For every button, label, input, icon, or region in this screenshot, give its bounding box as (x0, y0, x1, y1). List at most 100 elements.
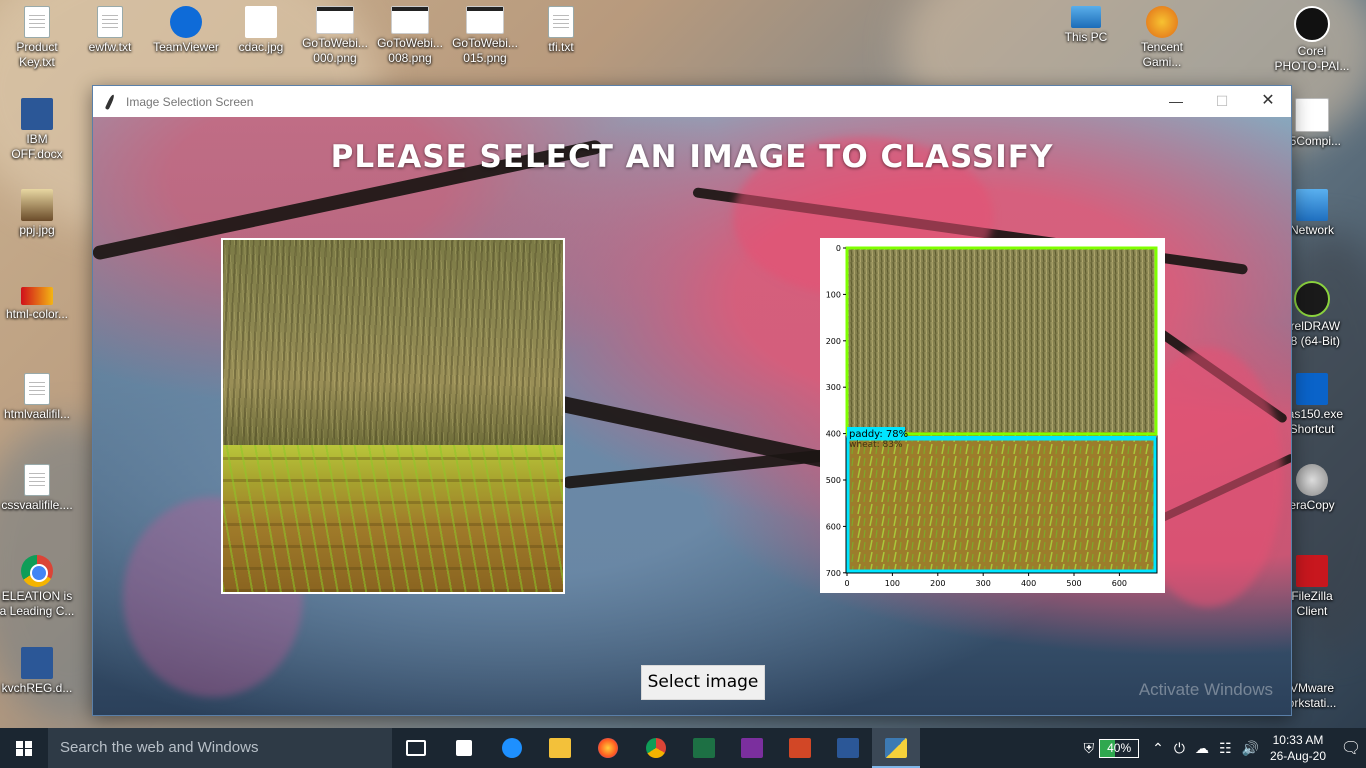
power-icon[interactable]: ⏻ (1174, 740, 1185, 757)
page-heading: PLEASE SELECT AN IMAGE TO CLASSIFY (330, 139, 1054, 175)
wheat-field-region (223, 240, 563, 445)
desktop-icon-label: Product Key.txt (16, 40, 58, 69)
store-icon (456, 740, 472, 756)
close-button[interactable]: ✕ (1245, 86, 1291, 117)
filezilla-icon (1296, 555, 1328, 587)
network-icon[interactable]: ☷ (1219, 740, 1232, 757)
feather-icon (102, 94, 118, 110)
python-icon (885, 738, 907, 758)
x-tick-label: 300 (976, 579, 991, 588)
desktop-icon[interactable]: html-color... (0, 275, 75, 322)
desktop-icon[interactable]: ELEATION is a Leading C... (0, 549, 75, 619)
image-selection-window: Image Selection Screen — ☐ ✕ PLEASE SELE… (92, 85, 1292, 716)
onenote-icon (741, 738, 763, 758)
word-doc-icon (21, 647, 53, 679)
desktop-icon[interactable]: GoToWebi... 000.png (297, 0, 373, 66)
photo-icon (21, 189, 53, 221)
clock[interactable]: 10:33 AM 26-Aug-20 (1270, 732, 1326, 764)
desktop-icon[interactable]: kvchREG.d... (0, 641, 75, 696)
desktop-icon-label: Tencent Gami... (1140, 40, 1184, 69)
clock-date: 26-Aug-20 (1269, 749, 1326, 763)
x-tick-label: 100 (885, 579, 900, 588)
store-button[interactable] (440, 728, 488, 768)
desktop-icon[interactable]: htmlvaalifil... (0, 367, 75, 422)
powerpoint-icon (789, 738, 811, 758)
desktop-icon[interactable]: tfi.txt (523, 0, 599, 55)
desktop-icon-label: ppj.jpg (19, 223, 55, 237)
desktop-icon-label: cdac.jpg (238, 40, 284, 54)
task-view-icon (406, 740, 426, 756)
text-file-icon (24, 464, 50, 496)
desktop-icon-label: This PC (1064, 30, 1108, 44)
desktop-icon[interactable]: cdac.jpg (223, 0, 299, 55)
desktop-icon[interactable]: Corel PHOTO-PAI... (1274, 0, 1350, 74)
desktop-icon-label: cssvaalifile.... (1, 498, 73, 512)
select-image-button[interactable]: Select image (641, 665, 765, 700)
desktop-icon-label: IBM OFF.docx (11, 132, 63, 161)
selected-image-preview (221, 238, 565, 594)
desktop-icon[interactable]: ewfw.txt (72, 0, 148, 55)
java-icon (1295, 98, 1329, 132)
desktop-icon[interactable]: IBM OFF.docx (0, 92, 75, 162)
tencent-icon (1146, 6, 1178, 38)
desktop-icon[interactable]: Tencent Gami... (1124, 0, 1200, 70)
desktop-icon[interactable]: ppj.jpg (0, 183, 75, 238)
edge-icon (502, 738, 522, 758)
chevron-up-icon[interactable]: ⌃ (1152, 740, 1164, 757)
paddy-label: paddy: 78% (849, 429, 908, 440)
desktop-icon[interactable]: TeamViewer (148, 0, 224, 55)
desktop-icon-label: kvchREG.d... (1, 681, 73, 695)
minimize-button[interactable]: — (1153, 86, 1199, 117)
firefox-button[interactable] (584, 728, 632, 768)
classification-result-plot: paddy: 78% wheat: 83% 0 100 200 300 400 500 60… (820, 238, 1165, 593)
chrome-button[interactable] (632, 728, 680, 768)
chrome-icon (646, 738, 666, 758)
edge-button[interactable] (488, 728, 536, 768)
desktop-icon-label: tfi.txt (548, 40, 574, 54)
desktop-icon-label: GoToWebi... 015.png (452, 36, 518, 65)
onenote-button[interactable] (728, 728, 776, 768)
maximize-button[interactable]: ☐ (1199, 86, 1245, 117)
task-view-button[interactable] (392, 728, 440, 768)
desktop-icon[interactable]: This PC (1048, 0, 1124, 45)
desktop-icon-label: htmlvaalifil... (3, 407, 71, 421)
python-button[interactable] (872, 728, 920, 768)
taskbar: Search the web and Windows ⛨ 40% ⌃ ⏻ ☁ ☷… (0, 728, 1366, 768)
cloud-icon[interactable]: ☁ (1195, 740, 1209, 757)
battery-cell: 40% (1099, 738, 1140, 758)
battery-indicator[interactable]: 40% (1099, 738, 1140, 758)
y-tick-label: 500 (826, 476, 841, 485)
x-tick-label: 400 (1021, 579, 1036, 588)
window-titlebar[interactable]: Image Selection Screen — ☐ ✕ (93, 86, 1291, 117)
paddy-field-region (223, 445, 563, 592)
powerpoint-button[interactable] (776, 728, 824, 768)
firefox-icon (598, 738, 618, 758)
system-tray: ⛨ 40% ⌃ ⏻ ☁ ☷ 🔊 10:33 AM 26-Aug-20 🗨 (1079, 728, 1366, 768)
volume-icon[interactable]: 🔊 (1242, 740, 1259, 757)
chrome-icon (21, 555, 53, 587)
desktop-icon[interactable]: GoToWebi... 015.png (447, 0, 523, 66)
text-file-icon (24, 6, 50, 38)
word-button[interactable] (824, 728, 872, 768)
taskbar-search-box[interactable]: Search the web and Windows (48, 728, 392, 768)
start-button[interactable] (0, 728, 48, 768)
screenshot-image-icon (466, 6, 504, 34)
windows-logo-icon (16, 741, 32, 756)
desktop-icon[interactable]: cssvaalifile.... (0, 458, 75, 513)
excel-button[interactable] (680, 728, 728, 768)
y-tick-label: 700 (826, 569, 841, 578)
desktop-icon-label: GoToWebi... 000.png (302, 36, 368, 65)
gradient-image-icon (21, 287, 53, 305)
v-app-icon (1296, 373, 1328, 405)
defender-icon[interactable]: ⛨ (1084, 740, 1095, 757)
y-tick-label: 200 (826, 337, 841, 346)
action-center-icon[interactable]: 🗨 (1336, 738, 1366, 758)
x-tick-label: 600 (1112, 579, 1127, 588)
desktop-icon[interactable]: GoToWebi... 008.png (372, 0, 448, 66)
file-explorer-button[interactable] (536, 728, 584, 768)
desktop-icon[interactable]: Product Key.txt (0, 0, 75, 70)
y-tick-label: 400 (826, 430, 841, 439)
y-tick-label: 100 (826, 290, 841, 299)
teracopy-icon (1296, 464, 1328, 496)
y-tick-label: 600 (826, 522, 841, 531)
